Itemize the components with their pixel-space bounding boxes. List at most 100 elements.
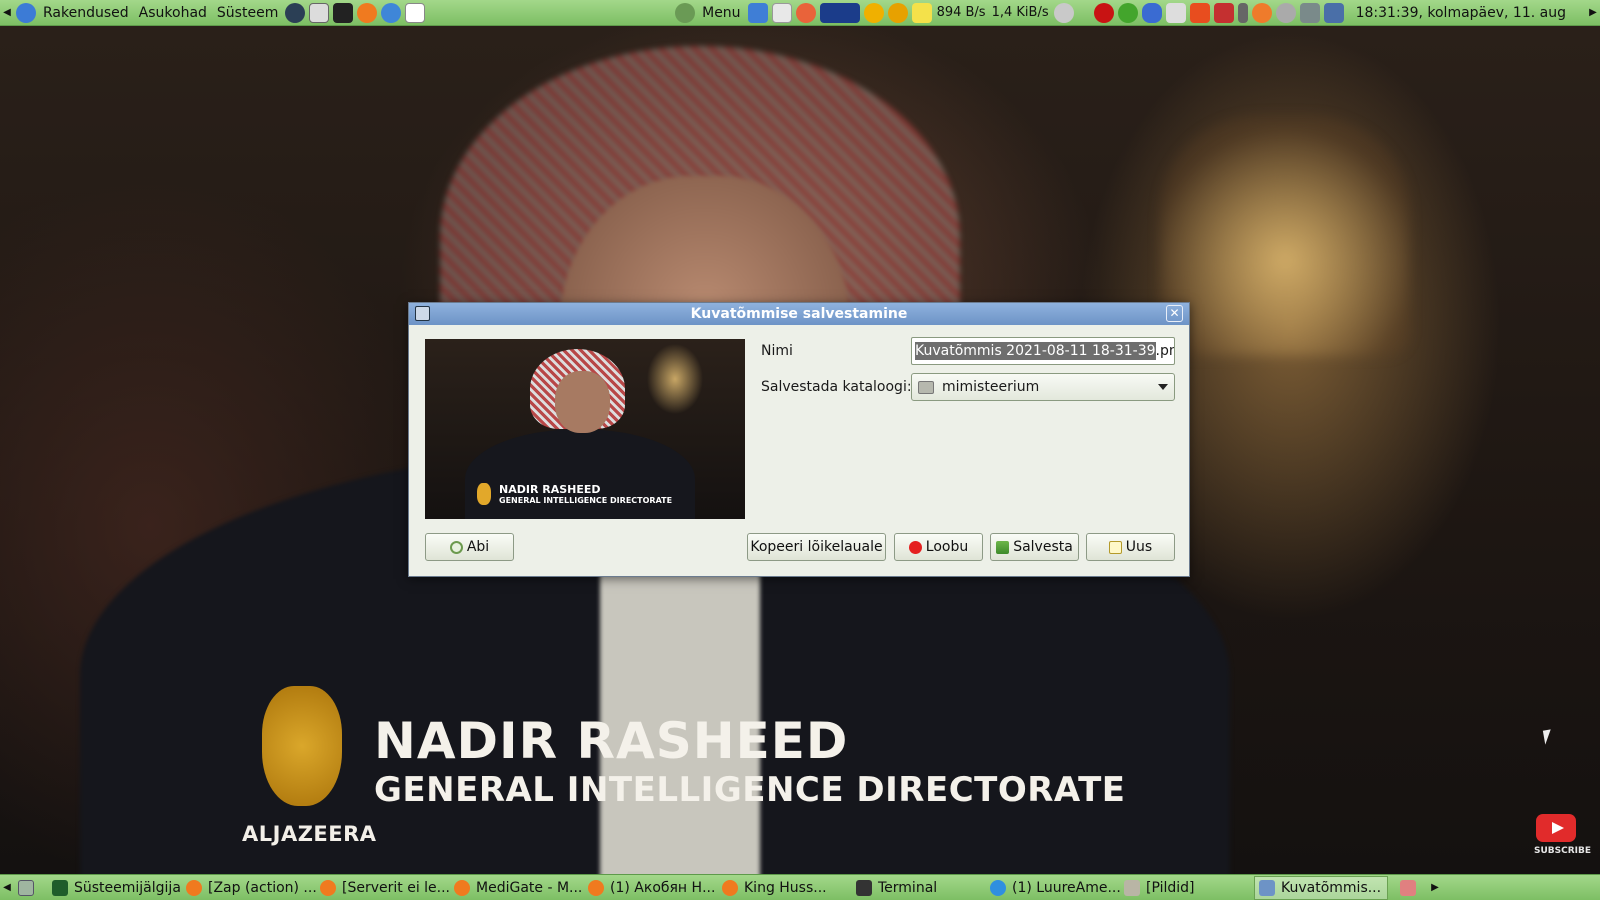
thunderbird-launcher-icon[interactable]: [381, 2, 402, 23]
chevron-down-icon: [1158, 384, 1168, 390]
preview-face-shape: [555, 371, 610, 433]
shield-icon[interactable]: [1189, 2, 1210, 23]
filename-input[interactable]: Kuvatõmmis 2021-08-11 18-31-39 .png: [911, 337, 1175, 365]
filename-selected-text: Kuvatõmmis 2021-08-11 18-31-39: [915, 342, 1156, 360]
subscribe-label: SUBSCRIBE: [1534, 846, 1592, 856]
terminal-icon: [856, 879, 872, 896]
system-monitor-icon: [52, 879, 68, 896]
firefox-launcher-icon[interactable]: [357, 2, 378, 23]
cancel-button[interactable]: Loobu: [894, 533, 983, 561]
taskbar-item[interactable]: King Huss...: [718, 876, 852, 900]
menu-applications[interactable]: Rakendused: [38, 5, 134, 21]
folder-label: Salvestada kataloogi:: [761, 379, 912, 395]
update-tray-icon[interactable]: [795, 2, 816, 23]
youtube-subscribe-icon[interactable]: [1536, 814, 1576, 842]
taskbar-item[interactable]: [Zap (action) ...: [182, 876, 316, 900]
record-icon[interactable]: [1093, 2, 1114, 23]
aljazeera-logo-text: ALJAZEERA: [242, 822, 377, 846]
volume-icon[interactable]: [1053, 2, 1074, 23]
check-tray-icon[interactable]: [1117, 2, 1138, 23]
firefox-icon: [588, 879, 604, 896]
distro-logo-icon[interactable]: [16, 2, 36, 23]
save-icon: [996, 540, 1010, 554]
clock-tray-icon[interactable]: [771, 2, 792, 23]
menu-places[interactable]: Asukohad: [134, 5, 212, 21]
window-menu-icon[interactable]: [415, 306, 430, 321]
calculator-launcher-icon[interactable]: [309, 2, 330, 23]
taskbar-item[interactable]: [Pildid]: [1120, 876, 1254, 900]
mouse-cursor-icon: [1542, 729, 1554, 745]
screenshot-preview: NADIR RASHEED GENERAL INTELLIGENCE DIREC…: [425, 339, 745, 519]
browser-icon: [990, 879, 1006, 896]
taskbar-item[interactable]: (1) Акобян Н...: [584, 876, 718, 900]
help-icon: [449, 540, 463, 554]
menu-system[interactable]: Süsteem: [212, 5, 283, 21]
new-file-icon: [1108, 540, 1122, 554]
copy-to-clipboard-button[interactable]: Kopeeri lõikelauale: [747, 533, 886, 561]
taskbar-item[interactable]: [Serverit ei le...: [316, 876, 450, 900]
taskbar-item-label: (1) Акобян Н...: [610, 879, 716, 896]
cancel-button-label: Loobu: [925, 539, 969, 555]
globe-launcher-icon[interactable]: [285, 2, 306, 23]
panel-hide-right-icon[interactable]: ▶: [1586, 7, 1600, 18]
firefox-icon: [186, 879, 202, 896]
taskbar-item[interactable]: (1) LuureAme...: [986, 876, 1120, 900]
preview-suit-shape: [465, 429, 695, 519]
taskbar-item-label: Süsteemijälgija: [74, 879, 181, 896]
terminal-launcher-icon[interactable]: [333, 2, 354, 23]
cpu-graph-icon[interactable]: [819, 2, 860, 23]
brightness-icon[interactable]: [863, 2, 884, 23]
folder-icon: [1124, 879, 1140, 896]
taskbar-item-label: Terminal: [878, 879, 938, 896]
save-button[interactable]: Salvesta: [990, 533, 1079, 561]
taskbar-item-label: MediGate - M...: [476, 879, 583, 896]
net-down-speed: 894 B/s: [936, 5, 986, 20]
menu-applet-icon[interactable]: [675, 2, 696, 23]
network-icon[interactable]: [1299, 2, 1320, 23]
firefox-icon: [722, 879, 738, 896]
keyboard-icon[interactable]: [1237, 2, 1248, 23]
speaker-icon[interactable]: [1275, 2, 1296, 23]
close-icon[interactable]: ✕: [1166, 305, 1183, 322]
user-switch-icon[interactable]: [1323, 2, 1344, 23]
firefox-icon: [320, 879, 336, 896]
folder-value: mimisteerium: [942, 379, 1040, 395]
folder-select[interactable]: mimisteerium: [911, 373, 1175, 401]
panel-hide-left-icon[interactable]: ◀: [0, 7, 14, 18]
taskbar-item[interactable]: Süsteemijälgija: [48, 876, 182, 900]
text-editor-launcher-icon[interactable]: [405, 2, 426, 23]
help-button[interactable]: Abi: [425, 533, 514, 561]
folder-icon: [918, 380, 934, 394]
magnifier-icon[interactable]: [887, 2, 908, 23]
preview-caption-title: GENERAL INTELLIGENCE DIRECTORATE: [499, 496, 673, 505]
new-button[interactable]: Uus: [1086, 533, 1175, 561]
dialog-titlebar[interactable]: Kuvatõmmise salvestamine ✕: [409, 303, 1189, 325]
taskbar-hide-right-icon[interactable]: ▶: [1428, 882, 1442, 893]
new-button-label: Uus: [1125, 539, 1153, 555]
panel-clock[interactable]: 18:31:39, kolmapäev, 11. aug: [1346, 5, 1586, 21]
screenshot-icon: [1259, 879, 1275, 896]
show-desktop-button[interactable]: [14, 876, 48, 900]
video-caption-name: NADIR RASHEED: [374, 712, 849, 770]
preview-caption-name: NADIR RASHEED: [499, 483, 601, 496]
aljazeera-logo: [262, 686, 342, 806]
save-screenshot-dialog: Kuvatõmmise salvestamine ✕ NADIR RASHEED…: [408, 302, 1190, 577]
taskbar-item[interactable]: Terminal: [852, 876, 986, 900]
taskbar-item-active[interactable]: Kuvatõmmis...: [1254, 875, 1388, 900]
taskbar-hide-left-icon[interactable]: ◀: [0, 882, 14, 893]
show-desktop-icon: [18, 879, 34, 896]
trash-applet[interactable]: [1388, 876, 1428, 900]
top-panel: ◀ Rakendused Asukohad Süsteem Menu 894 B…: [0, 0, 1600, 26]
tomato-timer-icon[interactable]: [1251, 2, 1272, 23]
calendar-icon[interactable]: [1213, 2, 1234, 23]
lamp-light: [1160, 116, 1410, 356]
clipboard-icon[interactable]: [1165, 2, 1186, 23]
taskbar-item-label: (1) LuureAme...: [1012, 879, 1120, 896]
taskbar-item[interactable]: MediGate - M...: [450, 876, 584, 900]
notes-icon[interactable]: [911, 2, 932, 23]
bottom-taskbar: ◀ Süsteemijälgija [Zap (action) ... [Ser…: [0, 874, 1600, 900]
menu-applet-label[interactable]: Menu: [697, 5, 745, 21]
bluetooth-icon[interactable]: [1141, 2, 1162, 23]
tasks-check-icon[interactable]: [747, 2, 768, 23]
taskbar-item-label: Kuvatõmmis...: [1281, 879, 1382, 896]
